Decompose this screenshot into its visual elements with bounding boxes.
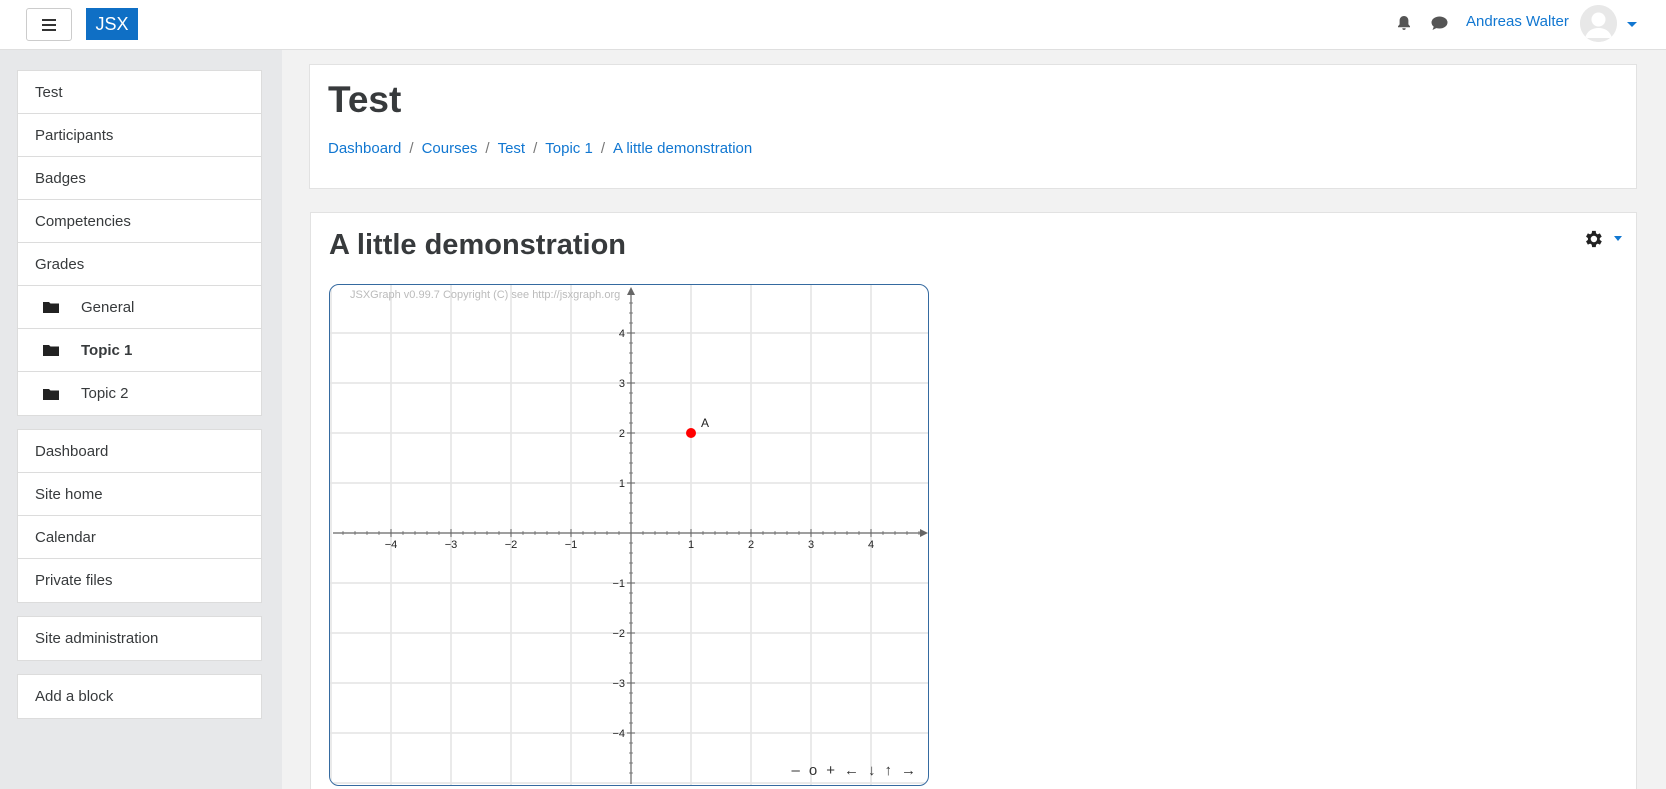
nav-item-competencies[interactable]: Competencies xyxy=(18,200,261,243)
avatar-icon xyxy=(1580,5,1617,42)
board-copyright: JSXGraph v0.99.7 Copyright (C) see http:… xyxy=(350,289,621,301)
x-tick-label: −4 xyxy=(385,539,398,551)
point-a[interactable] xyxy=(686,428,696,438)
x-tick-label: −2 xyxy=(505,539,518,551)
add-block-nav: Add a block xyxy=(17,674,262,719)
board-navigation: – o + ← ↓ ↑ → xyxy=(792,762,916,779)
breadcrumb-separator: / xyxy=(409,140,414,157)
x-tick-label: −1 xyxy=(565,539,578,551)
page-header: Test Dashboard / Courses / Test / Topic … xyxy=(309,64,1637,189)
y-tick-label: −1 xyxy=(612,578,625,590)
y-tick-label: −4 xyxy=(612,728,625,740)
nav-item-label: Private files xyxy=(35,572,113,589)
board-canvas[interactable]: −4 −3 −2 −1 1 2 3 4 4 3 2 1 −1 −2 −3 −4 A xyxy=(330,285,929,786)
nav-item-label: General xyxy=(81,298,135,316)
bell-icon[interactable] xyxy=(1397,15,1411,31)
nav-item-label: Participants xyxy=(35,126,114,144)
x-tick-label: −3 xyxy=(445,539,458,551)
folder-icon xyxy=(43,345,59,356)
caret-down-icon[interactable] xyxy=(1627,22,1637,27)
nav-item-label: Grades xyxy=(35,255,85,273)
x-axis-arrow xyxy=(920,529,928,537)
nav-item-dashboard[interactable]: Dashboard xyxy=(18,430,261,473)
nav-item-label: Test xyxy=(35,83,63,101)
top-navbar: JSX Andreas Walter xyxy=(0,0,1666,50)
y-tick-label: 4 xyxy=(619,328,625,340)
site-brand[interactable]: JSX xyxy=(86,8,138,40)
pan-right-button[interactable]: → xyxy=(901,762,916,779)
folder-icon xyxy=(43,388,59,400)
nav-item-grades[interactable]: Grades xyxy=(18,243,261,286)
pan-up-button[interactable]: ↑ xyxy=(885,762,893,779)
nav-item-participants[interactable]: Participants xyxy=(18,114,261,157)
chat-icon[interactable] xyxy=(1431,16,1448,31)
hamburger-menu-button[interactable] xyxy=(26,8,72,41)
y-axis-arrow xyxy=(627,287,635,295)
y-tick-label: 2 xyxy=(619,428,625,440)
nav-item-topic-2[interactable]: Topic 2 xyxy=(18,372,261,415)
nav-item-label: Badges xyxy=(35,169,86,187)
avatar[interactable] xyxy=(1580,5,1617,42)
content-title: A little demonstration xyxy=(329,229,626,261)
nav-item-label: Topic 1 xyxy=(81,341,133,359)
x-tick-label: 3 xyxy=(808,539,814,551)
breadcrumb-separator: / xyxy=(533,140,538,157)
admin-nav-block: Site administration xyxy=(17,616,262,661)
nav-item-add-a-block[interactable]: Add a block xyxy=(18,675,261,718)
course-nav-block: Test Participants Badges Competencies Gr… xyxy=(17,70,262,416)
x-tick-label: 2 xyxy=(748,539,754,551)
caret-down-icon[interactable] xyxy=(1614,236,1622,241)
page-title: Test xyxy=(328,79,402,120)
breadcrumb-separator: / xyxy=(485,140,490,157)
nav-drawer: Test Participants Badges Competencies Gr… xyxy=(0,50,282,789)
nav-item-test[interactable]: Test xyxy=(18,71,261,114)
hamburger-icon xyxy=(42,18,56,31)
nav-item-site-administration[interactable]: Site administration xyxy=(18,617,261,660)
nav-item-private-files[interactable]: Private files xyxy=(18,559,261,602)
main-content: A little demonstration −4 −3 −2 −1 1 2 3 4 4 3 2 1−… xyxy=(310,212,1637,789)
folder-icon xyxy=(43,302,59,313)
breadcrumb-current-page[interactable]: A little demonstration xyxy=(613,140,752,157)
gear-icon[interactable] xyxy=(1582,228,1604,250)
y-tick-label: −2 xyxy=(612,628,625,640)
nav-item-site-home[interactable]: Site home xyxy=(18,473,261,516)
nav-item-label: Site home xyxy=(35,485,103,503)
nav-item-label: Add a block xyxy=(35,688,114,705)
site-nav-block: Dashboard Site home Calendar Private fil… xyxy=(17,429,262,603)
nav-item-general[interactable]: General xyxy=(18,286,261,329)
breadcrumb: Dashboard / Courses / Test / Topic 1 / A… xyxy=(328,140,752,157)
nav-item-label: Calendar xyxy=(35,528,96,546)
pan-left-button[interactable]: ← xyxy=(844,762,859,779)
breadcrumb-courses[interactable]: Courses xyxy=(422,140,478,157)
nav-item-calendar[interactable]: Calendar xyxy=(18,516,261,559)
x-tick-label: 4 xyxy=(868,539,874,551)
y-tick-label: 3 xyxy=(619,378,625,390)
nav-item-label: Dashboard xyxy=(35,442,109,460)
nav-item-topic-1[interactable]: Topic 1 xyxy=(18,329,261,372)
pan-down-button[interactable]: ↓ xyxy=(868,762,876,779)
y-tick-label: −3 xyxy=(612,678,625,690)
point-a-label: A xyxy=(701,416,709,430)
breadcrumb-dashboard[interactable]: Dashboard xyxy=(328,140,401,157)
breadcrumb-separator: / xyxy=(600,140,605,157)
nav-item-label: Topic 2 xyxy=(81,385,129,402)
y-tick-label: 1 xyxy=(619,478,625,490)
jsxgraph-board[interactable]: −4 −3 −2 −1 1 2 3 4 4 3 2 1 −1 −2 −3 −4 A JSXGraph v0.99… xyxy=(329,284,929,786)
breadcrumb-topic-1[interactable]: Topic 1 xyxy=(545,140,593,157)
x-tick-label: 1 xyxy=(688,539,694,551)
breadcrumb-test[interactable]: Test xyxy=(498,140,526,157)
user-name-link[interactable]: Andreas Walter xyxy=(1466,13,1569,30)
nav-item-badges[interactable]: Badges xyxy=(18,157,261,200)
nav-item-label: Site administration xyxy=(35,630,159,647)
zoom-out-button[interactable]: – xyxy=(792,762,800,779)
zoom-in-button[interactable]: + xyxy=(826,762,835,779)
zoom-reset-button[interactable]: o xyxy=(809,762,817,779)
nav-item-label: Competencies xyxy=(35,212,131,230)
